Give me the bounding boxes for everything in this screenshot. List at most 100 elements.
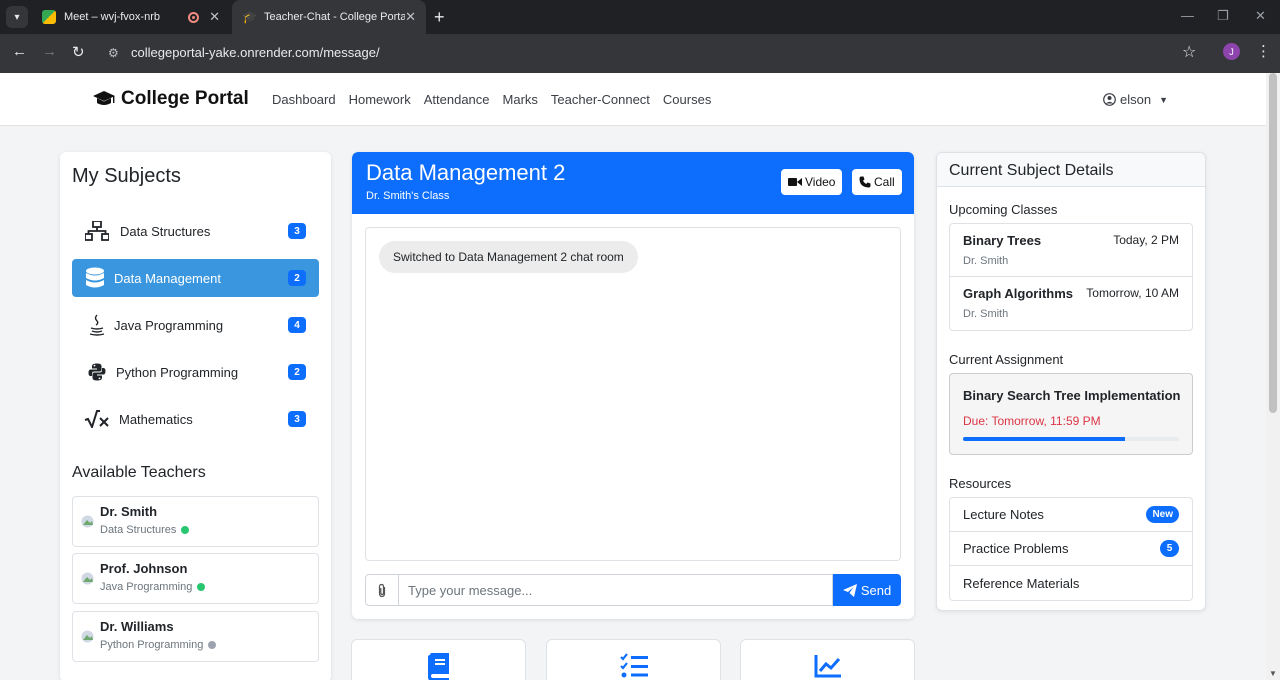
subject-label: Java Programming [114,317,224,333]
class-name: Graph Algorithms [963,286,1074,301]
class-item[interactable]: Binary Trees Today, 2 PM Dr. Smith [950,224,1192,277]
class-time: Today, 2 PM [1113,233,1179,247]
subject-count-badge: 3 [288,223,306,239]
graduation-cap-icon [93,91,115,105]
progress-stat-card[interactable] [740,639,915,680]
video-camera-icon [788,178,802,186]
subject-count-badge: 4 [288,317,306,333]
subject-details-panel: Current Subject Details Upcoming Classes… [936,152,1206,611]
resource-label: Reference Materials [963,575,1080,591]
page-scrollbar[interactable]: ▼ [1266,73,1280,680]
minimize-icon[interactable]: — [1181,8,1194,23]
resource-item-lecture-notes[interactable]: Lecture Notes New [950,498,1192,532]
subject-item-data-management[interactable]: Data Management 2 [72,259,319,297]
assignment-card[interactable]: Binary Search Tree Implementation Due: T… [949,373,1193,455]
nav-link-courses[interactable]: Courses [663,92,711,107]
teacher-subject-row: Java Programming [100,581,206,593]
chart-line-icon [814,655,841,678]
teacher-subject: Java Programming [100,581,193,593]
teacher-card[interactable]: Prof. Johnson Java Programming [72,553,319,604]
class-time: Tomorrow, 10 AM [1086,286,1179,300]
avatar [81,515,94,528]
subject-item-mathematics[interactable]: Mathematics 3 [72,400,319,438]
nav-link-marks[interactable]: Marks [503,92,538,107]
paperclip-icon [378,583,386,597]
python-icon [84,363,110,381]
resources-list: Lecture Notes New Practice Problems 5 Re… [949,497,1193,601]
browser-tab-meet[interactable]: Meet – wvj-fvox-nrb ✕ [32,0,230,34]
video-call-button[interactable]: Video [781,169,843,195]
brand-title: College Portal [121,88,249,109]
status-online-dot [181,526,190,534]
resource-item-reference-materials[interactable]: Reference Materials [950,566,1192,600]
attach-button[interactable] [365,574,399,606]
close-tab-icon[interactable]: ✕ [209,9,220,25]
message-composer: Type your message... Send [365,574,901,606]
resources-title: Resources [949,476,1012,491]
upcoming-classes-title: Upcoming Classes [949,202,1058,217]
nav-link-homework[interactable]: Homework [349,92,411,107]
java-icon [84,314,110,336]
tab-title: Meet – wvj-fvox-nrb [64,11,160,23]
message-input[interactable]: Type your message... [399,574,833,606]
avatar [81,572,94,585]
scrollbar-thumb[interactable] [1269,73,1277,413]
subject-item-data-structures[interactable]: Data Structures 3 [72,212,319,250]
scroll-down-arrow[interactable]: ▼ [1269,669,1277,678]
resource-item-practice-problems[interactable]: Practice Problems 5 [950,532,1192,566]
user-circle-icon [1103,93,1116,106]
profile-avatar[interactable]: J [1223,43,1240,60]
paper-plane-icon [842,583,857,597]
class-name: Binary Trees [963,233,1042,248]
close-tab-icon[interactable]: ✕ [405,9,416,25]
teacher-card[interactable]: Dr. Williams Python Programming [72,611,319,662]
address-bar: ← → ↻ ⚙ collegeportal-yake.onrender.com/… [0,34,1280,73]
new-tab-button[interactable]: + [434,6,445,28]
back-icon[interactable]: ← [12,43,27,60]
subject-label: Python Programming [116,364,239,380]
chat-panel: Data Management 2 Dr. Smith's Class Vide… [352,152,914,619]
maximize-icon[interactable]: ❐ [1217,8,1229,24]
video-label: Video [805,175,836,189]
brand[interactable]: College Portal [93,88,249,110]
subject-item-java-programming[interactable]: Java Programming 4 [72,306,319,344]
count-badge: 5 [1160,540,1179,557]
send-button[interactable]: Send [833,574,901,606]
nav-link-dashboard[interactable]: Dashboard [272,92,336,107]
subject-item-python-programming[interactable]: Python Programming 2 [72,353,319,391]
nav-link-attendance[interactable]: Attendance [424,92,490,107]
site-info-icon[interactable]: ⚙ [108,46,119,60]
meet-icon [42,10,56,24]
teacher-subject-row: Python Programming [100,639,217,651]
close-window-icon[interactable]: ✕ [1255,8,1266,24]
tasks-stat-card[interactable] [546,639,721,680]
new-badge: New [1146,506,1179,523]
assignment-title: Current Assignment [949,352,1064,367]
subject-label: Mathematics [119,411,193,427]
assignment-due: Due: Tomorrow, 11:59 PM [963,414,1101,428]
class-item[interactable]: Graph Algorithms Tomorrow, 10 AM Dr. Smi… [950,277,1192,330]
chevron-down-icon: ▼ [1159,94,1168,105]
forward-icon[interactable]: → [42,43,57,60]
voice-call-button[interactable]: Call [852,169,902,195]
database-icon [82,267,108,289]
bookmark-star-icon[interactable]: ☆ [1182,42,1196,62]
assignment-name: Binary Search Tree Implementation [963,388,1181,403]
subject-label: Data Structures [120,223,211,239]
call-label: Call [874,175,895,189]
avatar [81,630,94,643]
tab-search-button[interactable]: ▾ [6,6,28,28]
book-icon [427,653,449,680]
homework-stat-card[interactable] [351,639,526,680]
status-offline-dot [208,641,217,649]
browser-tab-teacher-chat[interactable]: 🎓 Teacher-Chat - College Portal ✕ [232,0,426,34]
teacher-card[interactable]: Dr. Smith Data Structures [72,496,319,547]
chat-messages: Switched to Data Management 2 chat room [365,227,901,561]
nav-link-teacher-connect[interactable]: Teacher-Connect [551,92,650,107]
url-field[interactable]: collegeportal-yake.onrender.com/message/ [131,45,380,60]
reload-icon[interactable]: ↻ [72,43,85,61]
teachers-title: Available Teachers [72,464,206,481]
browser-menu-icon[interactable]: ⋮ [1256,42,1271,60]
user-menu[interactable]: elson ▼ [1103,92,1168,107]
upcoming-classes-list: Binary Trees Today, 2 PM Dr. Smith Graph… [949,223,1193,331]
